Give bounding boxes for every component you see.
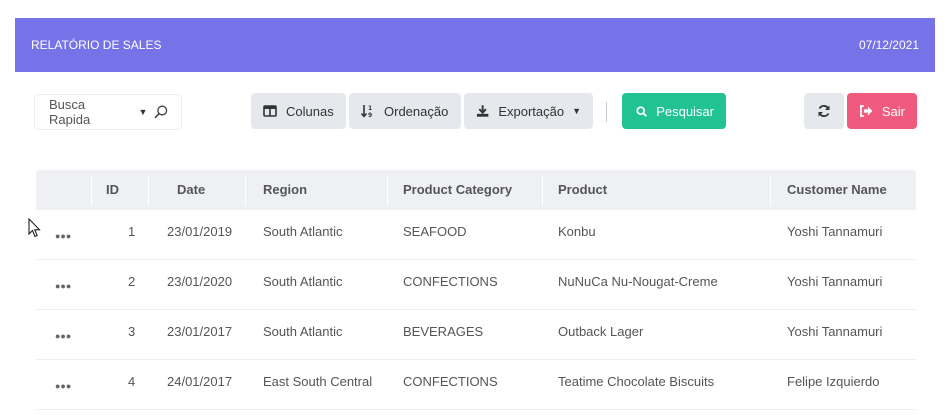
column-header-id[interactable]: ID (106, 170, 119, 210)
column-divider (387, 176, 388, 206)
cell-customer-name: Felipe Izquierdo (787, 374, 880, 389)
more-icon[interactable]: ●●● (55, 381, 71, 391)
cell-region: South Atlantic (263, 274, 343, 289)
cell-date: 23/01/2020 (167, 274, 233, 289)
export-label: Exportação (498, 103, 565, 119)
cell-id: 3 (128, 324, 136, 339)
quick-search-label: Busca Rapida (49, 97, 91, 127)
sort-icon: 1 9 (361, 105, 372, 118)
search-icon (636, 105, 647, 117)
cell-date: 23/01/2019 (167, 224, 233, 239)
report-date: 07/12/2021 (858, 38, 919, 52)
cell-product-category: SEAFOOD (403, 224, 467, 239)
cell-region: South Atlantic (263, 324, 343, 339)
column-divider (91, 176, 92, 206)
cell-product: Teatime Chocolate Biscuits (558, 374, 715, 389)
exit-label: Sair (881, 103, 905, 119)
cursor-icon (28, 218, 41, 238)
cell-customer-name: Yoshi Tannamuri (787, 324, 883, 339)
more-icon[interactable]: ●●● (55, 331, 71, 341)
page-title: RELATÓRIO DE SALES (31, 38, 162, 52)
columns-icon (263, 105, 277, 117)
search-button[interactable]: Pesquisar (622, 93, 726, 129)
cell-product-category: CONFECTIONS (403, 274, 498, 289)
column-header-product[interactable]: Product (558, 170, 607, 210)
export-button[interactable]: Exportação ▼ (464, 93, 593, 129)
refresh-button[interactable] (804, 93, 844, 129)
table-row[interactable]: ●●● 1 23/01/2019 South Atlantic SEAFOOD … (36, 210, 916, 260)
cell-customer-name: Yoshi Tannamuri (787, 224, 883, 239)
cell-region: East South Central (263, 374, 373, 389)
column-divider (245, 176, 246, 206)
column-divider (148, 176, 149, 206)
svg-text:9: 9 (368, 112, 372, 118)
column-header-date[interactable]: Date (177, 170, 205, 210)
cell-product: NuNuCa Nu-Nougat-Creme (558, 274, 718, 289)
svg-text:1: 1 (368, 105, 372, 112)
column-header-region[interactable]: Region (263, 170, 307, 210)
table-row[interactable]: ●●● 4 24/01/2017 East South Central CONF… (36, 360, 916, 410)
refresh-icon (818, 105, 830, 117)
cell-id: 2 (128, 274, 136, 289)
more-icon[interactable]: ●●● (55, 281, 71, 291)
logout-icon (860, 105, 873, 117)
quick-search-dropdown[interactable]: Busca Rapida ▼ (34, 94, 182, 130)
table-row[interactable]: ●●● 2 23/01/2020 South Atlantic CONFECTI… (36, 260, 916, 310)
column-divider (542, 176, 543, 206)
magnifier-icon[interactable] (153, 104, 169, 120)
columns-button[interactable]: Colunas (251, 93, 346, 129)
toolbar: Busca Rapida ▼ Colunas 1 9 Ordenação Exp… (0, 90, 952, 134)
cell-product-category: BEVERAGES (403, 324, 484, 339)
grid-header: ID Date Region Product Category Product … (36, 170, 916, 210)
more-icon[interactable]: ●●● (55, 231, 71, 241)
cell-customer-name: Yoshi Tannamuri (787, 274, 883, 289)
toolbar-divider (606, 102, 607, 122)
exit-button[interactable]: Sair (847, 93, 917, 129)
sort-button[interactable]: 1 9 Ordenação (349, 93, 461, 129)
cell-product-category: CONFECTIONS (403, 374, 498, 389)
column-header-product-category[interactable]: Product Category (403, 170, 512, 210)
app-header: RELATÓRIO DE SALES 07/12/2021 (15, 18, 935, 72)
sort-label: Ordenação (384, 103, 449, 119)
table-row[interactable]: ●●● 3 23/01/2017 South Atlantic BEVERAGE… (36, 310, 916, 360)
cell-id: 4 (128, 374, 136, 389)
download-icon (476, 105, 489, 117)
data-grid: ID Date Region Product Category Product … (36, 170, 916, 420)
search-button-label: Pesquisar (656, 103, 714, 119)
column-header-customer-name[interactable]: Customer Name (787, 170, 887, 210)
cell-product: Konbu (558, 224, 596, 239)
caret-down-icon: ▼ (572, 106, 581, 116)
cell-date: 23/01/2017 (167, 324, 233, 339)
caret-down-icon: ▼ (138, 107, 148, 117)
cell-date: 24/01/2017 (167, 374, 233, 389)
column-divider (770, 176, 771, 206)
cell-product: Outback Lager (558, 324, 644, 339)
cell-region: South Atlantic (263, 224, 343, 239)
cell-id: 1 (128, 224, 136, 239)
columns-label: Colunas (286, 103, 334, 119)
